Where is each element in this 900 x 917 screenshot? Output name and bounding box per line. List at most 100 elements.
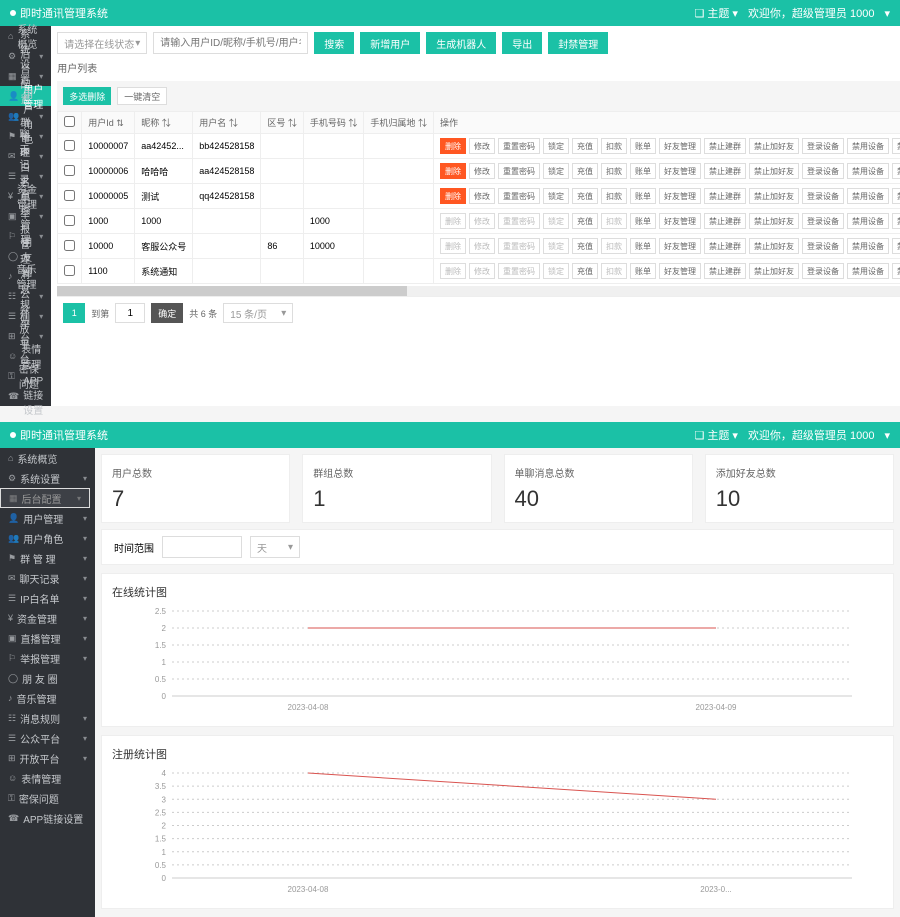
sidebar-item[interactable]: ⚑群 管 理▾	[0, 548, 95, 568]
user-menu-caret-icon[interactable]: ▾	[884, 429, 890, 442]
op-friend[interactable]: 好友管理	[659, 188, 701, 204]
col-id[interactable]: 用户Id ⇅	[82, 112, 135, 134]
op-noadd[interactable]: 禁止加好友	[749, 138, 799, 154]
page-1[interactable]: 1	[63, 303, 85, 323]
theme-switcher[interactable]: ❏ 主题 ▾	[694, 427, 738, 443]
sidebar-item[interactable]: ⌂系统概览	[0, 448, 95, 468]
op-device[interactable]: 登录设备	[802, 163, 844, 179]
col-loc[interactable]: 手机归属地 ⇅	[364, 112, 434, 134]
op-mod[interactable]: 修改	[469, 188, 495, 204]
sidebar-item[interactable]: ☰IP白名单▾	[0, 588, 95, 608]
sidebar-item[interactable]: ¥资金管理▾	[0, 608, 95, 628]
select-all-checkbox[interactable]	[64, 116, 75, 127]
op-mod[interactable]: 修改	[469, 138, 495, 154]
op-lock[interactable]: 锁定	[543, 163, 569, 179]
op-noadd[interactable]: 禁止加好友	[749, 213, 799, 229]
op-banip[interactable]: 禁用IP	[892, 263, 900, 279]
sidebar-item[interactable]: ☺表情管理	[0, 768, 95, 788]
timerange-input[interactable]	[162, 536, 242, 558]
op-disable[interactable]: 禁用设备	[847, 163, 889, 179]
op-device[interactable]: 登录设备	[802, 238, 844, 254]
op-recharge[interactable]: 充值	[572, 238, 598, 254]
op-nogroup[interactable]: 禁止建群	[704, 163, 746, 179]
op-noadd[interactable]: 禁止加好友	[749, 238, 799, 254]
sidebar-item[interactable]: ▣直播管理▾	[0, 628, 95, 648]
op-bill[interactable]: 账单	[630, 188, 656, 204]
col-name[interactable]: 用户名 ⇅	[193, 112, 261, 134]
row-checkbox[interactable]	[64, 265, 75, 276]
op-device[interactable]: 登录设备	[802, 138, 844, 154]
op-del[interactable]: 删除	[440, 138, 466, 154]
op-device[interactable]: 登录设备	[802, 188, 844, 204]
op-banip[interactable]: 禁用IP	[892, 213, 900, 229]
sidebar-item[interactable]: ♪音乐管理	[0, 688, 95, 708]
op-banip[interactable]: 禁用IP	[892, 163, 900, 179]
op-recharge[interactable]: 充值	[572, 263, 598, 279]
op-lock[interactable]: 锁定	[543, 138, 569, 154]
op-noadd[interactable]: 禁止加好友	[749, 188, 799, 204]
op-recharge[interactable]: 充值	[572, 188, 598, 204]
sidebar-item[interactable]: ☎APP链接设置	[0, 808, 95, 828]
sidebar-item[interactable]: ⚙系统设置▾	[0, 468, 95, 488]
op-banip[interactable]: 禁用IP	[892, 188, 900, 204]
op-lock[interactable]: 锁定	[543, 188, 569, 204]
sidebar-item[interactable]: ▦后台配置▾	[0, 488, 90, 508]
op-bill[interactable]: 账单	[630, 163, 656, 179]
sidebar-item[interactable]: 👥用户角色▾	[0, 528, 95, 548]
op-bill[interactable]: 账单	[630, 138, 656, 154]
op-friend[interactable]: 好友管理	[659, 263, 701, 279]
sidebar-item[interactable]: ☎APP链接设置	[0, 386, 51, 406]
row-checkbox[interactable]	[64, 190, 75, 201]
op-friend[interactable]: 好友管理	[659, 238, 701, 254]
col-area[interactable]: 区号 ⇅	[261, 112, 304, 134]
op-recharge[interactable]: 充值	[572, 213, 598, 229]
op-noadd[interactable]: 禁止加好友	[749, 263, 799, 279]
row-checkbox[interactable]	[64, 215, 75, 226]
op-banip[interactable]: 禁用IP	[892, 138, 900, 154]
op-bill[interactable]: 账单	[630, 238, 656, 254]
op-device[interactable]: 登录设备	[802, 263, 844, 279]
clear-all-button[interactable]: 一键清空	[117, 87, 167, 105]
op-disable[interactable]: 禁用设备	[847, 138, 889, 154]
op-bill[interactable]: 账单	[630, 263, 656, 279]
op-noadd[interactable]: 禁止加好友	[749, 163, 799, 179]
op-nogroup[interactable]: 禁止建群	[704, 138, 746, 154]
op-bill[interactable]: 账单	[630, 213, 656, 229]
op-del[interactable]: 删除	[440, 188, 466, 204]
op-friend[interactable]: 好友管理	[659, 163, 701, 179]
export-button[interactable]: 导出	[502, 32, 542, 54]
op-device[interactable]: 登录设备	[802, 213, 844, 229]
op-nogroup[interactable]: 禁止建群	[704, 263, 746, 279]
op-deduct[interactable]: 扣款	[601, 163, 627, 179]
theme-switcher[interactable]: ❏ 主题 ▾	[694, 5, 738, 21]
user-menu-caret-icon[interactable]: ▾	[884, 7, 890, 20]
row-checkbox[interactable]	[64, 140, 75, 151]
sidebar-item[interactable]: ☰公众平台▾	[0, 728, 95, 748]
col-phone[interactable]: 手机号码 ⇅	[303, 112, 364, 134]
time-unit-select[interactable]: 天▾	[250, 536, 300, 558]
horizontal-scrollbar[interactable]	[57, 286, 900, 296]
op-pwd[interactable]: 重置密码	[498, 138, 540, 154]
op-nogroup[interactable]: 禁止建群	[704, 238, 746, 254]
op-pwd[interactable]: 重置密码	[498, 188, 540, 204]
search-input[interactable]	[153, 32, 308, 54]
op-recharge[interactable]: 充值	[572, 138, 598, 154]
op-friend[interactable]: 好友管理	[659, 138, 701, 154]
page-size-select[interactable]: 15 条/页▾	[223, 303, 293, 323]
col-nick[interactable]: 昵称 ⇅	[135, 112, 193, 134]
op-recharge[interactable]: 充值	[572, 163, 598, 179]
op-nogroup[interactable]: 禁止建群	[704, 188, 746, 204]
goto-confirm[interactable]: 确定	[151, 303, 183, 323]
sidebar-item[interactable]: 👤用户管理▾	[0, 508, 95, 528]
search-button[interactable]: 搜索	[314, 32, 354, 54]
sidebar-item[interactable]: ☷消息规则▾	[0, 708, 95, 728]
sidebar-item[interactable]: ⚿密保问题	[0, 788, 95, 808]
ban-mgmt-button[interactable]: 封禁管理	[548, 32, 608, 54]
sidebar-item[interactable]: ✉聊天记录▾	[0, 568, 95, 588]
op-disable[interactable]: 禁用设备	[847, 213, 889, 229]
gen-robot-button[interactable]: 生成机器人	[426, 32, 496, 54]
row-checkbox[interactable]	[64, 165, 75, 176]
op-mod[interactable]: 修改	[469, 163, 495, 179]
multi-delete-button[interactable]: 多选删除	[63, 87, 111, 105]
sidebar-item[interactable]: ⚐举报管理▾	[0, 648, 95, 668]
